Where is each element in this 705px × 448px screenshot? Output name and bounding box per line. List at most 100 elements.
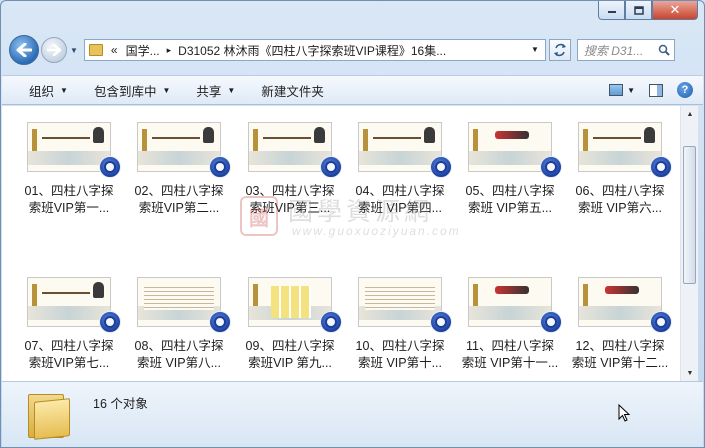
breadcrumb-segment-2[interactable]: D31052 林沐雨《四柱八字探索班VIP课程》16集... <box>178 42 446 59</box>
file-name-line-2: 索班 VIP第六... <box>577 201 663 215</box>
breadcrumb-separator-icon[interactable]: ▸ <box>167 45 172 56</box>
file-name: 05、四柱八字探 索班 VIP第五... <box>458 183 562 217</box>
navigation-bar: ▼ « 国学... ▸ D31052 林沐雨《四柱八字探索班VIP课程》16集.… <box>9 33 696 67</box>
video-reel-icon <box>209 311 231 333</box>
new-folder-label: 新建文件夹 <box>261 84 324 99</box>
file-list: 01、四柱八字探 索班VIP第一... 02、四柱八字探 索班VIP第二... 03、四… <box>2 106 680 381</box>
chevron-down-icon: ▼ <box>60 85 68 95</box>
minimize-icon <box>607 11 616 13</box>
maximize-button[interactable] <box>625 1 652 20</box>
video-reel-icon <box>540 311 562 333</box>
preview-pane-icon[interactable] <box>649 83 663 97</box>
file-name: 12、四柱八字探 索班 VIP第十二... <box>568 338 672 372</box>
search-icon[interactable] <box>658 44 670 56</box>
refresh-button[interactable] <box>548 39 571 61</box>
explorer-window: ✕ ▼ « 国学... ▸ D31052 林沐雨《四柱八字探索班VIP课程》16… <box>0 0 705 448</box>
details-pane: 16 个对象 <box>2 381 703 447</box>
close-icon: ✕ <box>669 2 681 18</box>
search-input[interactable]: 搜索 D31... <box>576 39 675 61</box>
scroll-up-icon[interactable]: ▲ <box>682 106 698 122</box>
breadcrumb-segment-1[interactable]: 国学... <box>126 42 160 59</box>
include-in-library-label: 包含到库中 <box>93 84 157 99</box>
close-button[interactable]: ✕ <box>652 1 698 20</box>
video-reel-icon <box>209 156 231 178</box>
chevron-down-icon: ▼ <box>627 85 635 95</box>
organize-label: 组织 <box>29 84 55 99</box>
file-name-line-1: 01、四柱八字探 <box>24 184 114 198</box>
file-name-line-2: 索班VIP第三... <box>249 201 331 215</box>
item-count: 16 个对象 <box>93 397 148 411</box>
share-label: 共享 <box>196 84 222 99</box>
file-name-line-1: 08、四柱八字探 <box>134 339 224 353</box>
refresh-icon <box>553 43 566 57</box>
file-name: 08、四柱八字探 索班 VIP第八... <box>127 338 231 372</box>
file-name-line-2: 索班VIP第二... <box>138 201 220 215</box>
file-name-line-2: 索班VIP第七... <box>28 356 110 370</box>
share-menu[interactable]: 共享 ▼ <box>196 81 235 100</box>
video-reel-icon <box>430 156 452 178</box>
address-overflow[interactable]: « <box>111 43 118 57</box>
file-name-line-2: 索班 VIP第五... <box>467 201 553 215</box>
minimize-button[interactable] <box>598 1 625 20</box>
file-name-line-2: 索班 VIP第八... <box>136 356 222 370</box>
file-name-line-1: 12、四柱八字探 <box>575 339 665 353</box>
file-name-line-1: 10、四柱八字探 <box>355 339 445 353</box>
file-name-line-1: 05、四柱八字探 <box>465 184 555 198</box>
file-name: 09、四柱八字探 索班VIP 第九... <box>238 338 342 372</box>
new-folder-button[interactable]: 新建文件夹 <box>261 81 324 100</box>
scroll-thumb[interactable] <box>683 146 696 284</box>
chevron-down-icon: ▼ <box>227 85 236 95</box>
file-name: 06、四柱八字探 索班 VIP第六... <box>568 183 672 217</box>
address-dropdown-icon[interactable]: ▼ <box>531 45 539 54</box>
search-placeholder: 搜索 D31... <box>583 43 644 58</box>
file-name-line-1: 06、四柱八字探 <box>575 184 665 198</box>
include-in-library-menu[interactable]: 包含到库中 ▼ <box>94 81 170 100</box>
file-name: 04、四柱八字探 索班 VIP第四... <box>348 183 452 217</box>
maximize-icon <box>633 5 644 15</box>
file-name-line-1: 03、四柱八字探 <box>245 184 335 198</box>
change-view-button[interactable]: ▼ <box>609 84 635 96</box>
file-name-line-2: 索班VIP第一... <box>28 201 110 215</box>
view-icon <box>609 84 624 96</box>
video-reel-icon <box>99 156 121 178</box>
file-name: 11、四柱八字探 索班 VIP第十一... <box>458 338 562 372</box>
file-name-line-2: 索班 VIP第十一... <box>461 356 559 370</box>
back-arrow-icon <box>16 43 32 57</box>
chevron-down-icon: ▼ <box>162 85 171 95</box>
file-name-line-1: 04、四柱八字探 <box>355 184 445 198</box>
video-reel-icon <box>430 311 452 333</box>
toolbar-right: ▼ ? <box>595 82 693 98</box>
file-name-line-2: 索班 VIP第四... <box>357 201 443 215</box>
file-name-line-1: 02、四柱八字探 <box>134 184 224 198</box>
help-icon[interactable]: ? <box>677 82 693 98</box>
video-reel-icon <box>99 311 121 333</box>
forward-button[interactable] <box>41 37 67 63</box>
file-name: 02、四柱八字探 索班VIP第二... <box>127 183 231 217</box>
video-reel-icon <box>650 156 672 178</box>
file-name-line-2: 索班 VIP第十... <box>357 356 443 370</box>
back-button[interactable] <box>9 35 39 65</box>
file-name: 07、四柱八字探 索班VIP第七... <box>17 338 121 372</box>
address-bar[interactable]: « 国学... ▸ D31052 林沐雨《四柱八字探索班VIP课程》16集...… <box>83 39 546 61</box>
scroll-down-icon[interactable]: ▼ <box>682 365 698 381</box>
file-name-line-1: 11、四柱八字探 <box>466 339 554 353</box>
caption-buttons: ✕ <box>598 1 698 20</box>
file-name: 03、四柱八字探 索班VIP第三... <box>238 183 342 217</box>
forward-arrow-icon <box>47 44 61 56</box>
folder-icon <box>88 44 103 56</box>
file-name: 10、四柱八字探 索班 VIP第十... <box>348 338 452 372</box>
organize-menu[interactable]: 组织 ▼ <box>29 81 68 100</box>
watermark-url: www.guoxuoziyuan.com <box>292 224 461 238</box>
folder-icon <box>28 388 72 440</box>
file-name-line-2: 索班 VIP第十二... <box>571 356 669 370</box>
video-reel-icon <box>650 311 672 333</box>
file-name-line-1: 07、四柱八字探 <box>24 339 114 353</box>
command-toolbar: 组织 ▼ 包含到库中 ▼ 共享 ▼ 新建文件夹 ▼ ? <box>2 75 703 105</box>
file-name: 01、四柱八字探 索班VIP第一... <box>17 183 121 217</box>
video-reel-icon <box>320 156 342 178</box>
file-name-line-2: 索班VIP 第九... <box>248 356 332 370</box>
video-reel-icon <box>540 156 562 178</box>
cursor-icon <box>618 404 630 422</box>
recent-pages-dropdown-icon[interactable]: ▼ <box>70 46 78 55</box>
vertical-scrollbar[interactable]: ▲ ▼ <box>680 106 698 381</box>
